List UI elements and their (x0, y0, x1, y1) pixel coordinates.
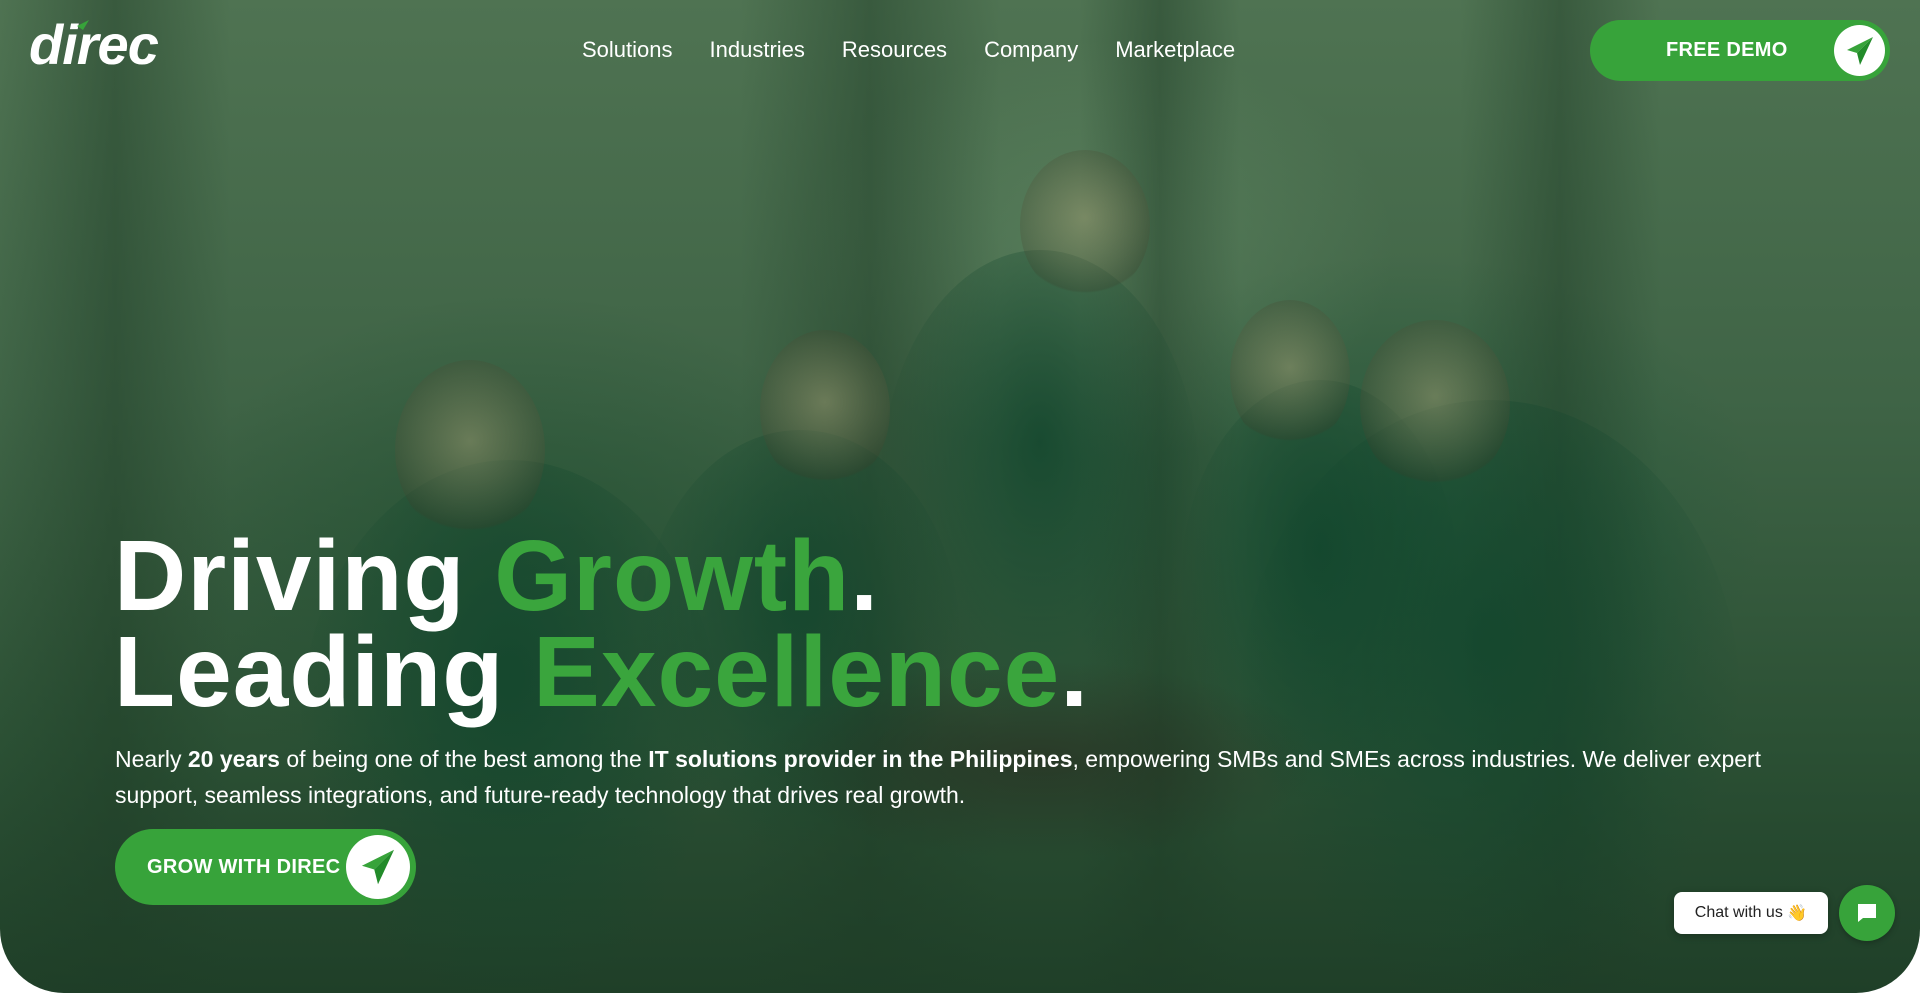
background-head (395, 360, 545, 540)
free-demo-button[interactable]: FREE DEMO (1590, 20, 1890, 81)
description-bold: 20 years (187, 746, 280, 772)
direc-logo[interactable]: direc (29, 14, 199, 74)
background-head (1360, 320, 1510, 490)
chat-button[interactable] (1839, 885, 1895, 941)
headline-line-2: Leading Excellence. (114, 622, 1089, 722)
background-head (1230, 300, 1350, 450)
description-text: Nearly (115, 746, 188, 772)
paper-plane-icon (1834, 25, 1885, 76)
nav-marketplace[interactable]: Marketplace (1115, 36, 1235, 64)
chat-prompt-label: Chat with us (1694, 904, 1783, 921)
headline-line-1: Driving Growth. (114, 526, 1089, 626)
background-head (760, 330, 890, 490)
paper-plane-icon (346, 835, 410, 899)
main-nav: Solutions Industries Resources Company M… (582, 36, 1272, 64)
description-bold: IT solutions provider in the Philippines (648, 746, 1073, 772)
logo-text: direc (29, 14, 159, 74)
grow-with-direc-label: GROW WITH DIREC (147, 856, 341, 878)
waving-hand-icon: 👋 (1787, 905, 1808, 922)
background-head (1020, 150, 1150, 300)
free-demo-label: FREE DEMO (1666, 39, 1788, 61)
grow-with-direc-button[interactable]: GROW WITH DIREC (115, 829, 416, 905)
headline-period: . (1060, 616, 1089, 728)
chat-prompt[interactable]: Chat with us 👋 (1674, 892, 1828, 934)
nav-solutions[interactable]: Solutions (582, 36, 673, 64)
nav-industries[interactable]: Industries (710, 36, 805, 64)
background-person (1240, 400, 1740, 993)
nav-company[interactable]: Company (984, 36, 1078, 64)
nav-resources[interactable]: Resources (842, 36, 947, 64)
headline-white-text: Leading (114, 616, 534, 728)
hero-headline: Driving Growth. Leading Excellence. (114, 526, 1089, 722)
headline-green-text: Excellence (533, 616, 1061, 728)
hero-description: Nearly 20 years of being one of the best… (115, 741, 1795, 813)
chat-icon (1858, 904, 1876, 922)
hero-section: direc Solutions Industries Resources Com… (0, 0, 1920, 993)
description-text: of being one of the best among the (279, 746, 649, 772)
